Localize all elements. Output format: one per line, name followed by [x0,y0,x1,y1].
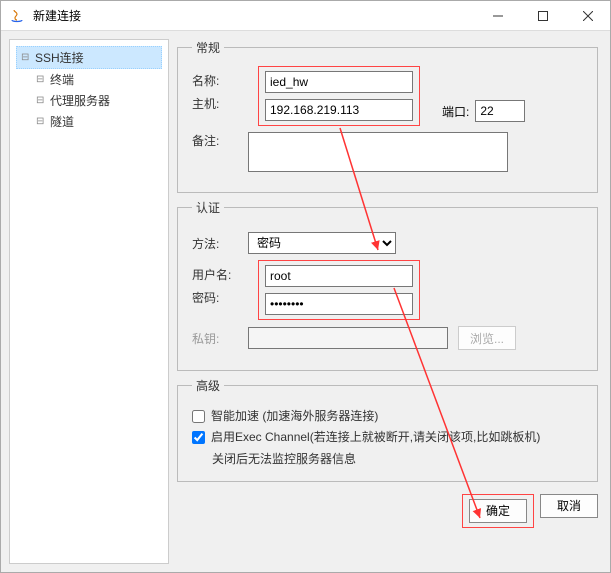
dialog-footer: 确定 取消 [177,488,598,528]
tree-label: SSH连接 [35,49,84,66]
dialog-window: 新建连接 ⊟ SSH连接 ⊟ 终端 ⊟ 代理服务器 ⊟ 隧道 常规 名称: 主机: [0,0,611,573]
cancel-button[interactable]: 取消 [540,494,598,518]
dialog-content: ⊟ SSH连接 ⊟ 终端 ⊟ 代理服务器 ⊟ 隧道 常规 名称: 主机: [1,31,610,572]
auth-fieldset: 认证 方法: 密码 用户名: 密码: 私钥: [177,199,598,371]
method-label: 方法: [192,235,248,252]
host-label: 主机: [192,95,248,112]
exec-channel-checkbox[interactable] [192,431,205,444]
window-controls [475,1,610,30]
highlight-box-namehost [258,66,420,126]
password-input[interactable] [265,293,413,315]
maximize-button[interactable] [520,1,565,30]
smart-accel-checkbox[interactable] [192,410,205,423]
remark-textarea[interactable] [248,132,508,172]
ok-button[interactable]: 确定 [469,499,527,523]
highlight-box-creds [258,260,420,320]
tree-label: 终端 [50,71,74,88]
highlight-box-ok: 确定 [462,494,534,528]
tree-toggle-icon: ⊟ [36,95,46,106]
category-tree: ⊟ SSH连接 ⊟ 终端 ⊟ 代理服务器 ⊟ 隧道 [9,39,169,564]
tree-label: 隧道 [50,113,74,130]
window-title: 新建连接 [33,7,475,24]
port-input[interactable] [475,100,525,122]
main-panel: 常规 名称: 主机: 端口: 备注: [177,39,602,564]
exec-channel-sublabel: 关闭后无法监控服务器信息 [212,450,583,467]
tree-item-tunnel[interactable]: ⊟ 隧道 [16,111,162,132]
username-input[interactable] [265,265,413,287]
general-fieldset: 常规 名称: 主机: 端口: 备注: [177,39,598,193]
minimize-button[interactable] [475,1,520,30]
smart-accel-label: 智能加速 (加速海外服务器连接) [211,408,378,425]
key-label: 私钥: [192,330,248,347]
tree-toggle-icon: ⊟ [36,116,46,127]
port-label: 端口: [442,103,469,120]
tree-item-ssh[interactable]: ⊟ SSH连接 [16,46,162,69]
exec-channel-label: 启用Exec Channel(若连接上就被断开,请关闭该项,比如跳板机) [211,429,540,446]
remark-label: 备注: [192,132,248,149]
tree-item-proxy[interactable]: ⊟ 代理服务器 [16,90,162,111]
tree-item-terminal[interactable]: ⊟ 终端 [16,69,162,90]
name-input[interactable] [265,71,413,93]
advanced-legend: 高级 [192,377,224,394]
privatekey-input [248,327,448,349]
tree-toggle-icon: ⊟ [21,52,31,63]
general-legend: 常规 [192,39,224,56]
name-label: 名称: [192,72,248,89]
host-input[interactable] [265,99,413,121]
tree-toggle-icon: ⊟ [36,74,46,85]
auth-legend: 认证 [192,199,224,216]
pass-label: 密码: [192,289,248,306]
titlebar: 新建连接 [1,1,610,31]
advanced-fieldset: 高级 智能加速 (加速海外服务器连接) 启用Exec Channel(若连接上就… [177,377,598,482]
tree-label: 代理服务器 [50,92,110,109]
method-select[interactable]: 密码 [248,232,396,254]
user-label: 用户名: [192,266,248,283]
browse-button: 浏览... [458,326,516,350]
java-icon [9,8,25,24]
close-button[interactable] [565,1,610,30]
